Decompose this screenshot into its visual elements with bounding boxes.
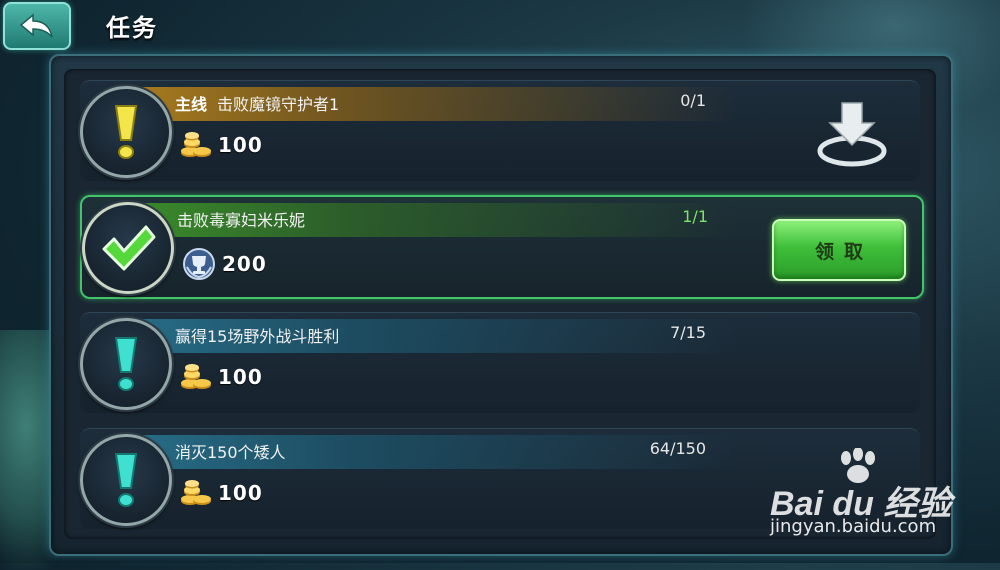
task-name: 击败魔镜守护者1 (217, 95, 340, 114)
task-name: 消灭150个矮人 (175, 443, 286, 462)
reward-amount: 100 (218, 365, 263, 389)
gold-coins-icon (181, 364, 211, 389)
task-row-completed[interactable]: 击败毒寡妇米乐妮 1/1 200 领取 (80, 195, 924, 299)
task-name: 赢得15场野外战斗胜利 (175, 327, 340, 346)
task-reward: 100 (180, 479, 263, 507)
reward-amount: 100 (218, 481, 263, 505)
claim-reward-button[interactable]: 领取 (772, 219, 906, 281)
baidu-watermark: Bai du 经验 jingyan.baidu.com (770, 448, 951, 548)
task-row-main[interactable]: 主线 击败魔镜守护者1 0/1 100 (80, 80, 920, 181)
task-row[interactable]: 赢得15场野外战斗胜利 7/15 100 (80, 312, 920, 413)
gold-coins-icon (181, 132, 211, 157)
task-name: 击败毒寡妇米乐妮 (177, 211, 306, 230)
page-title: 任务 (106, 14, 158, 42)
gold-coins-icon (181, 480, 211, 505)
checkmark-icon (82, 202, 174, 294)
task-reward: 100 (180, 363, 263, 391)
main-quest-tag: 主线 (175, 95, 208, 114)
task-progress: 0/1 (680, 91, 706, 110)
task-label: 主线 击败魔镜守护者1 (175, 91, 339, 115)
task-label: 消灭150个矮人 (175, 439, 286, 463)
watermark-url: jingyan.baidu.com (770, 516, 937, 537)
task-progress: 7/15 (670, 323, 706, 342)
exclamation-icon (80, 434, 172, 526)
back-button[interactable] (3, 2, 71, 50)
back-arrow-icon (19, 13, 53, 38)
task-reward: 200 (182, 247, 267, 281)
goto-arrow-icon[interactable] (816, 99, 888, 169)
task-progress: 1/1 (682, 207, 708, 226)
reward-amount: 200 (222, 252, 267, 276)
task-label: 击败毒寡妇米乐妮 (177, 207, 305, 231)
task-progress: 64/150 (649, 439, 706, 458)
task-reward: 100 (180, 131, 263, 159)
trophy-badge-icon (183, 248, 215, 280)
task-label: 赢得15场野外战斗胜利 (175, 323, 339, 347)
exclamation-icon (80, 86, 172, 178)
exclamation-icon (80, 318, 172, 410)
reward-amount: 100 (218, 133, 263, 157)
